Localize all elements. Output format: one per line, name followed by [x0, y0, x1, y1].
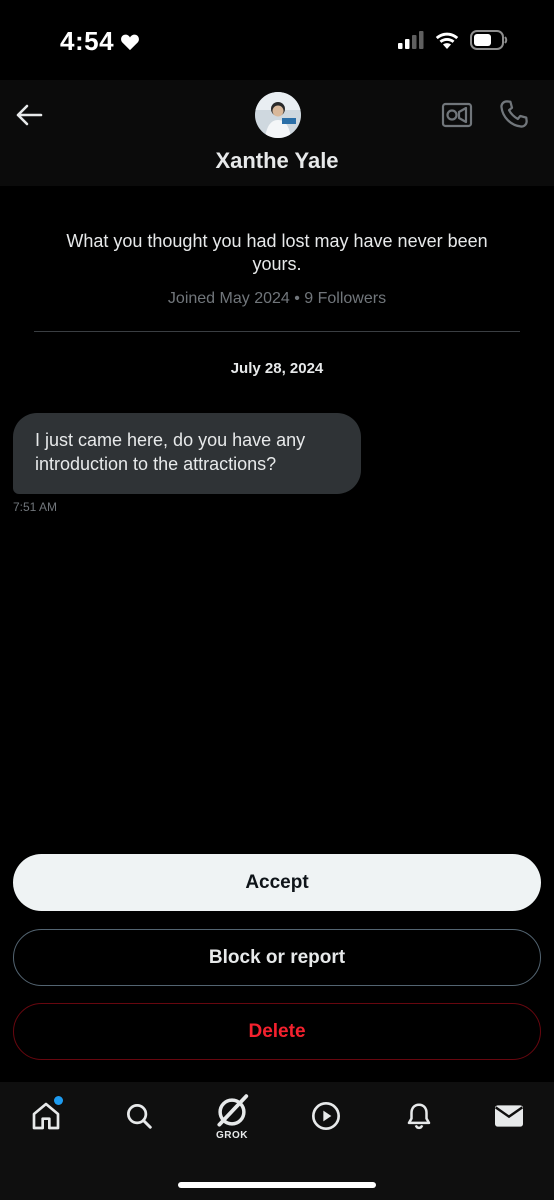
clock: 4:54 [60, 26, 115, 56]
tab-home[interactable] [26, 1096, 66, 1136]
back-button[interactable] [12, 98, 46, 132]
mail-icon [494, 1105, 524, 1127]
profile-meta: Joined May 2024 • 9 Followers [167, 290, 387, 307]
status-icons [398, 30, 508, 50]
tab-notifications[interactable] [399, 1096, 439, 1136]
grok-icon [217, 1094, 249, 1127]
heart-icon [121, 34, 139, 50]
battery-icon [470, 30, 508, 50]
cellular-signal-icon [398, 31, 424, 49]
video-camera-icon [441, 102, 473, 128]
avatar-photo-icon [255, 92, 301, 138]
message-bubble[interactable]: I just came here, do you have any introd… [13, 413, 361, 494]
bell-icon [407, 1103, 431, 1130]
contact-name[interactable]: Xanthe Yale [0, 148, 554, 174]
search-icon [127, 1104, 152, 1129]
block-or-report-button[interactable]: Block or report [13, 929, 541, 986]
home-indicator[interactable] [178, 1182, 376, 1188]
avatar[interactable] [255, 92, 301, 138]
wifi-icon [435, 32, 459, 49]
date-separator: July 28, 2024 [230, 360, 324, 377]
delete-button[interactable]: Delete [13, 1003, 541, 1060]
grok-label: GROK [216, 1130, 248, 1141]
play-icon [312, 1102, 340, 1130]
tab-messages[interactable] [489, 1096, 529, 1136]
conversation-header: Xanthe Yale [0, 80, 554, 186]
tab-search[interactable] [119, 1096, 159, 1136]
message-timestamp: 7:51 AM [13, 500, 58, 514]
tab-grok[interactable] [212, 1092, 252, 1132]
phone-icon [500, 100, 528, 128]
notification-dot [54, 1096, 63, 1105]
back-arrow-icon [16, 104, 43, 126]
voice-call-button[interactable] [498, 98, 530, 130]
divider [34, 331, 520, 332]
profile-bio: What you thought you had lost may have n… [66, 231, 488, 274]
video-call-button[interactable] [441, 100, 473, 130]
tab-video[interactable] [306, 1096, 346, 1136]
status-bar: 4:54 [0, 0, 554, 80]
status-time: 4:54 [60, 26, 140, 57]
accept-button[interactable]: Accept [13, 854, 541, 911]
